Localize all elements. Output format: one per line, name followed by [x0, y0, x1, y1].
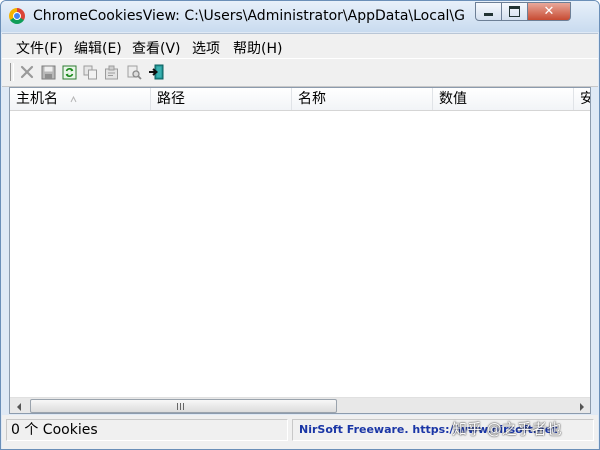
menu-edit[interactable]: 编辑(E) [74, 38, 122, 58]
minimize-icon [484, 13, 493, 16]
window-title: ChromeCookiesView: C:\Users\Administrato… [33, 8, 465, 24]
column-host-label: 主机名 [16, 91, 58, 107]
menu-help[interactable]: 帮助(H) [233, 38, 282, 58]
refresh-icon [62, 65, 76, 79]
column-secure-label: 安 [580, 91, 590, 107]
column-secure[interactable]: 安 [574, 88, 590, 110]
app-window: ChromeCookiesView: C:\Users\Administrato… [0, 0, 600, 450]
menu-view[interactable]: 查看(V) [132, 38, 181, 58]
exit-icon [149, 64, 164, 80]
column-value-label: 数值 [439, 91, 467, 107]
column-path-label: 路径 [157, 91, 185, 107]
cookie-count: 0 个 Cookies [6, 419, 288, 441]
zhihu-watermark: 知乎 @之乎者也 [452, 420, 562, 438]
column-host[interactable]: 主机名 [10, 88, 151, 110]
save-button[interactable] [40, 64, 56, 80]
copy-icon [83, 65, 97, 79]
column-name[interactable]: 名称 [292, 88, 433, 110]
column-name-label: 名称 [298, 91, 326, 107]
menu-file[interactable]: 文件(F) [16, 38, 63, 58]
scroll-grip-icon [177, 403, 186, 410]
find-button[interactable] [126, 64, 142, 80]
title-bar[interactable]: ChromeCookiesView: C:\Users\Administrato… [1, 1, 599, 32]
properties-button[interactable] [103, 64, 119, 80]
column-header: 主机名 路径 名称 数值 安 [10, 88, 590, 111]
chrome-app-icon [9, 8, 25, 24]
scroll-left-icon [16, 402, 21, 411]
copy-button[interactable] [82, 64, 98, 80]
toolbar [2, 58, 598, 87]
sort-ascending-icon [70, 96, 77, 103]
refresh-button[interactable] [61, 64, 77, 80]
maximize-icon [509, 6, 520, 17]
scroll-right-button[interactable] [573, 398, 590, 413]
column-path[interactable]: 路径 [151, 88, 292, 110]
close-icon: ✕ [543, 4, 555, 19]
find-icon [127, 65, 142, 80]
cookies-list[interactable]: 主机名 路径 名称 数值 安 [9, 87, 591, 414]
delete-icon [20, 65, 34, 79]
save-icon [41, 65, 55, 79]
scroll-left-button[interactable] [10, 398, 27, 413]
delete-button[interactable] [19, 64, 35, 80]
minimize-button[interactable] [475, 2, 502, 21]
close-button[interactable]: ✕ [527, 2, 571, 21]
menu-options[interactable]: 选项 [192, 38, 220, 58]
column-value[interactable]: 数值 [433, 88, 574, 110]
exit-button[interactable] [148, 64, 164, 80]
maximize-button[interactable] [501, 2, 528, 21]
horizontal-scrollbar[interactable] [10, 397, 590, 413]
scroll-thumb[interactable] [30, 399, 337, 413]
menu-bar: 文件(F) 编辑(E) 查看(V) 选项 帮助(H) [2, 33, 598, 58]
properties-icon [104, 65, 118, 79]
scroll-right-icon [579, 402, 584, 411]
toolbar-grip [10, 63, 14, 81]
